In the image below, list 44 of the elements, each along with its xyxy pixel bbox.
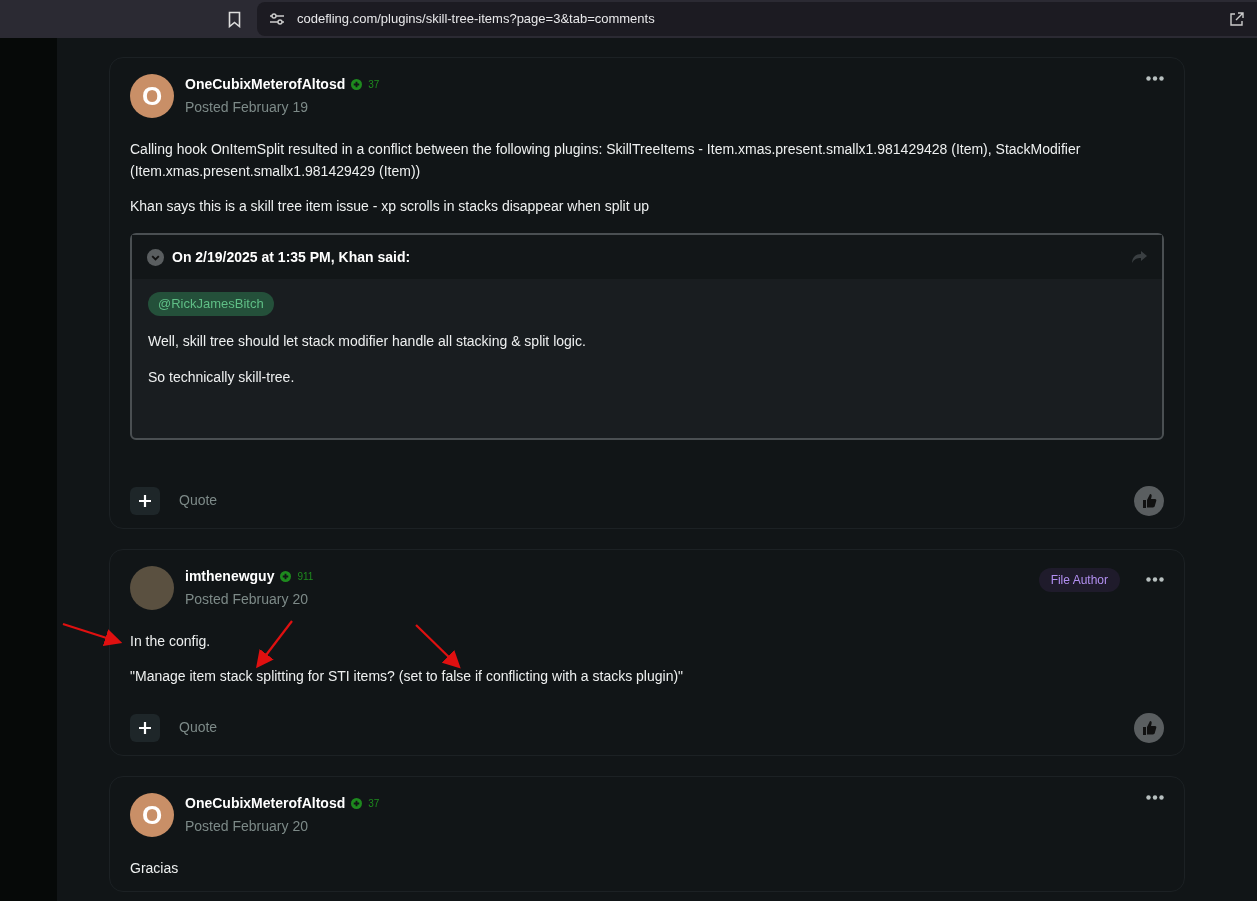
comment-text: In the config. bbox=[130, 631, 211, 651]
comment-text: Khan says this is a skill tree item issue - xp scrolls in stacks disappear when split up bbox=[130, 197, 649, 216]
address-bar[interactable]: codefling.com/plugins/skill-tree-items?page=3&tab=comments bbox=[257, 2, 1257, 36]
plus-icon bbox=[139, 721, 151, 734]
comment-text: Calling hook OnItemSplit resulted in a conflict between the following plugins: SkillTreeItems - Item.xmas.present.smallx1.981429428 (Item), StackModifier (Item.xmas.present.smallx1.981429429 (Item)) bbox=[130, 140, 1082, 181]
quote-button[interactable]: Quote bbox=[179, 490, 218, 511]
thumbs-up-icon[interactable] bbox=[1134, 485, 1164, 516]
plus-circle-icon bbox=[351, 797, 363, 809]
reputation-count: 911 bbox=[297, 569, 314, 584]
url-text: codefling.com/plugins/skill-tree-items?page=3&tab=comments bbox=[297, 10, 655, 29]
chevron-down-icon[interactable] bbox=[147, 248, 164, 266]
quote-header: On 2/19/2025 at 1:35 PM, Khan said: bbox=[172, 247, 411, 267]
plus-icon bbox=[139, 494, 151, 507]
more-icon[interactable] bbox=[1146, 577, 1164, 582]
sliders-icon[interactable] bbox=[269, 12, 285, 26]
share-icon[interactable] bbox=[1229, 11, 1245, 27]
annotation-arrow bbox=[415, 624, 461, 669]
reputation-count: 37 bbox=[368, 796, 380, 811]
quote-text: So technically skill-tree. bbox=[148, 367, 296, 387]
avatar[interactable]: O bbox=[130, 74, 174, 118]
post-date[interactable]: Posted February 20 bbox=[185, 815, 380, 837]
more-icon[interactable] bbox=[1146, 76, 1164, 81]
author-name[interactable]: OneCubixMeterofAltosd bbox=[185, 792, 346, 814]
add-button[interactable] bbox=[130, 713, 160, 742]
annotation-arrow bbox=[256, 620, 293, 669]
comment-text: "Manage item stack splitting for STI items? (set to false if conflicting with a stacks plugin)" bbox=[130, 666, 684, 686]
quote-button[interactable]: Quote bbox=[179, 717, 218, 738]
plus-circle-icon bbox=[351, 79, 363, 90]
thumbs-up-icon[interactable] bbox=[1134, 712, 1164, 743]
file-author-badge: File Author bbox=[1038, 567, 1120, 592]
author-name[interactable]: OneCubixMeterofAltosd bbox=[185, 74, 346, 95]
user-mention[interactable]: @RickJamesBitch bbox=[148, 292, 274, 316]
annotation-arrow bbox=[62, 622, 123, 646]
more-icon[interactable] bbox=[1146, 794, 1164, 800]
post-date[interactable]: Posted February 20 bbox=[185, 588, 314, 610]
plus-circle-icon bbox=[280, 570, 292, 582]
avatar[interactable]: O bbox=[130, 792, 174, 837]
bookmark-icon[interactable] bbox=[228, 10, 241, 28]
quote-text: Well, skill tree should let stack modifier handle all stacking & split logic. bbox=[148, 331, 586, 351]
post-date[interactable]: Posted February 19 bbox=[185, 97, 380, 118]
author-name[interactable]: imthenewguy bbox=[185, 565, 275, 587]
reputation-count: 37 bbox=[368, 78, 380, 92]
comment-text: Gracias bbox=[130, 858, 179, 878]
add-button[interactable] bbox=[130, 486, 160, 515]
